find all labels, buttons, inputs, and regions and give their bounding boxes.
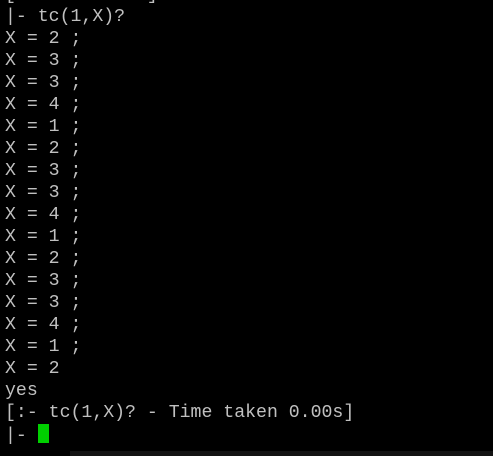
terminal-line-answer: X = 2 bbox=[5, 359, 60, 379]
terminal-line-answer: X = 3 ; bbox=[5, 293, 82, 313]
terminal-line-result: yes bbox=[5, 381, 38, 401]
terminal-output: [:- ] |- tc(1,X)? X = 2 ; X = 3 ; X = 3 … bbox=[5, 0, 354, 446]
terminal-line-answer: X = 1 ; bbox=[5, 227, 82, 247]
terminal-line-answer: X = 4 ; bbox=[5, 95, 82, 115]
terminal-line-query: |- tc(1,X)? bbox=[5, 7, 126, 27]
terminal-line-answer: X = 2 ; bbox=[5, 249, 82, 269]
prompt-symbol: |- bbox=[5, 426, 38, 446]
terminal-line-answer: X = 2 ; bbox=[5, 139, 82, 159]
terminal-line-answer: X = 3 ; bbox=[5, 271, 82, 291]
terminal-line-answer: X = 3 ; bbox=[5, 51, 82, 71]
terminal-line-answer: X = 3 ; bbox=[5, 73, 82, 93]
terminal-window[interactable]: [:- ] |- tc(1,X)? X = 2 ; X = 3 ; X = 3 … bbox=[0, 0, 493, 456]
terminal-line-timing: [:- tc(1,X)? - Time taken 0.00s] bbox=[5, 403, 355, 423]
window-bottom-edge bbox=[70, 451, 493, 456]
terminal-line-answer: X = 4 ; bbox=[5, 315, 82, 335]
terminal-line-answer: X = 3 ; bbox=[5, 161, 82, 181]
terminal-line-answer: X = 3 ; bbox=[5, 183, 82, 203]
terminal-line-answer: X = 1 ; bbox=[5, 337, 82, 357]
terminal-line-answer: X = 1 ; bbox=[5, 117, 82, 137]
terminal-line-answer: X = 4 ; bbox=[5, 205, 82, 225]
text-cursor bbox=[37, 424, 49, 443]
terminal-line-answer: X = 2 ; bbox=[5, 29, 82, 49]
terminal-prompt-line[interactable]: |- bbox=[5, 424, 354, 446]
